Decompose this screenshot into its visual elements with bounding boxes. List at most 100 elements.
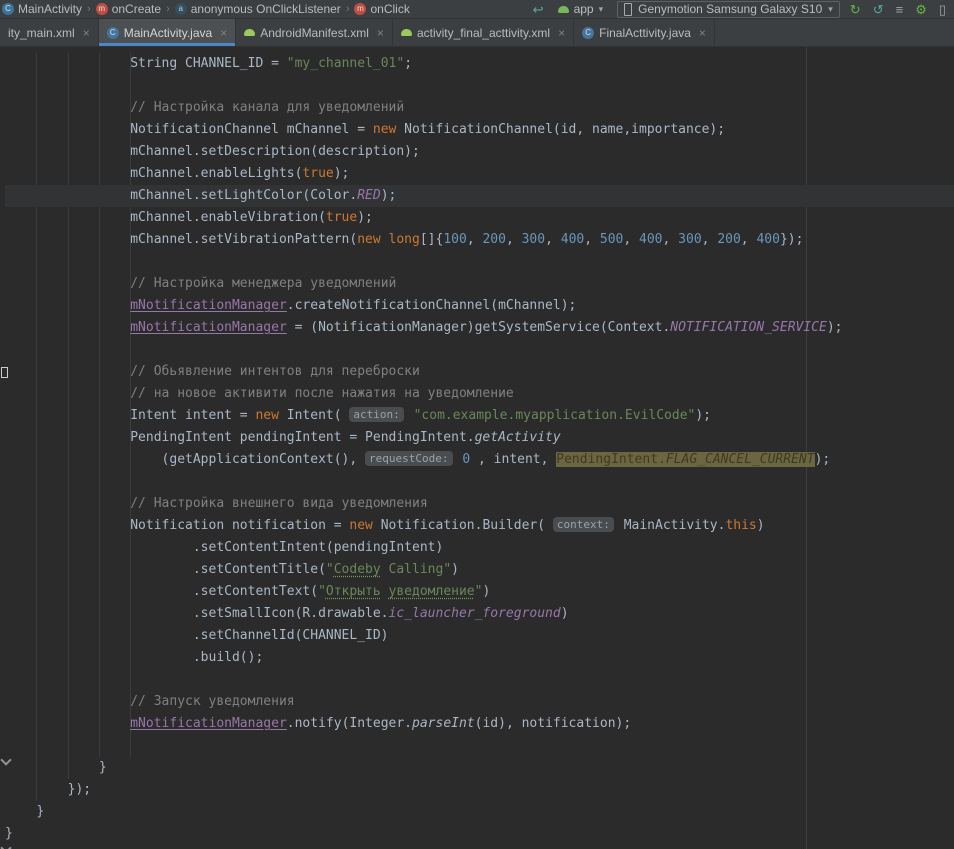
code-line[interactable]: mNotificationManager.createNotificationC… [5, 295, 954, 317]
code-token: new [373, 122, 396, 137]
code-token: true [326, 210, 357, 225]
gear-icon[interactable]: ⚙ [915, 3, 927, 16]
close-tab-icon[interactable]: × [377, 26, 384, 40]
code-token: // на новое активити после нажатия на ув… [130, 386, 514, 401]
code-token: 100 [443, 232, 466, 247]
code-line[interactable]: NotificationChannel mChannel = new Notif… [5, 119, 954, 141]
fold-marker-icon[interactable] [0, 842, 11, 849]
phone-device-icon[interactable]: ▯ [939, 3, 946, 16]
code-token: ) [561, 606, 569, 621]
close-tab-icon[interactable]: × [220, 26, 227, 40]
code-line[interactable] [5, 339, 954, 361]
code-token: .setChannelId(CHANNEL_ID) [193, 628, 389, 643]
code-token: mChannel.setDescription(description); [130, 144, 420, 159]
code-line[interactable]: Intent intent = new Intent( action: "com… [5, 405, 954, 427]
code-token: Открыть [326, 584, 381, 599]
code-line[interactable]: // Обьявление интентов для переброски [5, 361, 954, 383]
code-line[interactable] [5, 471, 954, 493]
code-token: mNotificationManager [130, 298, 287, 313]
code-line[interactable]: String CHANNEL_ID = "my_channel_01"; [5, 53, 954, 75]
close-tab-icon[interactable]: × [83, 26, 90, 40]
android-robot-icon [558, 6, 569, 13]
tab-label: FinalActtivity.java [599, 26, 691, 40]
toolbar-action-icons: ↻ ↺ ≡ ⚙ ▯ [850, 3, 946, 16]
code-token: , [506, 232, 522, 247]
code-token: 300 [678, 232, 701, 247]
editor-tab-androidmanifest-xml[interactable]: AndroidManifest.xml× [236, 19, 393, 46]
anon-icon: a [175, 3, 187, 15]
breadcrumb-item-anonymous-onclicklistener[interactable]: aanonymous OnClickListener [175, 2, 341, 16]
code-line[interactable]: mNotificationManager.notify(Integer.pars… [5, 713, 954, 735]
sync-arrows-icon[interactable]: ↻ [850, 3, 861, 16]
android-file-icon [401, 29, 412, 36]
code-line[interactable]: mChannel.enableLights(true); [5, 163, 954, 185]
code-line[interactable]: mChannel.setVibrationPattern(new long[]{… [5, 229, 954, 251]
code-line[interactable]: Notification notification = new Notifica… [5, 515, 954, 537]
code-line[interactable]: .setSmallIcon(R.drawable.ic_launcher_for… [5, 603, 954, 625]
editor-tab-mainactivity-java[interactable]: CMainActivity.java× [99, 19, 237, 46]
code-line[interactable] [5, 735, 954, 757]
code-token: ; [404, 56, 412, 71]
code-line[interactable]: mChannel.setLightColor(Color.RED); [5, 185, 954, 207]
run-configuration-selector[interactable]: app ▾ [554, 2, 608, 16]
code-line[interactable]: } [5, 757, 954, 779]
code-token: 400 [561, 232, 584, 247]
editor-tab-activity-final-acttivity-xml[interactable]: activity_final_acttivity.xml × [393, 19, 574, 46]
breadcrumb-item-mainactivity[interactable]: CMainActivity [2, 2, 82, 16]
code-line[interactable] [5, 251, 954, 273]
device-label: Genymotion Samsung Galaxy S10 [638, 2, 822, 16]
parameter-hint-badge: action: [349, 407, 403, 422]
tab-label: activity_final_acttivity.xml [417, 26, 550, 40]
list-lines-icon[interactable]: ≡ [896, 3, 904, 16]
code-line[interactable]: .setContentIntent(pendingIntent) [5, 537, 954, 559]
editor-tab-finalacttivity-java[interactable]: CFinalActtivity.java× [574, 19, 715, 46]
code-line[interactable]: .setContentText("Открыть уведомление") [5, 581, 954, 603]
code-editor[interactable]: String CHANNEL_ID = "my_channel_01"; // … [0, 47, 954, 849]
code-line[interactable]: // Настройка внешнего вида уведомления [5, 493, 954, 515]
code-line[interactable]: (getApplicationContext(), requestCode: 0… [5, 449, 954, 471]
code-line[interactable]: PendingIntent pendingIntent = PendingInt… [5, 427, 954, 449]
close-tab-icon[interactable]: × [699, 26, 706, 40]
code-line[interactable]: .setContentTitle("Codeby Calling") [5, 559, 954, 581]
close-tab-icon[interactable]: × [558, 26, 565, 40]
code-line[interactable]: mNotificationManager = (NotificationMana… [5, 317, 954, 339]
code-token: Codeby [334, 562, 381, 577]
code-token: ); [357, 210, 373, 225]
code-line[interactable]: // на новое активити после нажатия на ув… [5, 383, 954, 405]
code-token: 200 [482, 232, 505, 247]
code-line[interactable]: } [5, 823, 954, 845]
tab-label: ity_main.xml [8, 26, 75, 40]
code-line[interactable]: .setChannelId(CHANNEL_ID) [5, 625, 954, 647]
code-token: new [349, 518, 372, 533]
code-token: Calling" [381, 562, 451, 577]
code-line[interactable]: } [5, 801, 954, 823]
code-token: " [318, 584, 326, 599]
code-token: getActivity [475, 430, 561, 445]
code-token [381, 232, 389, 247]
breadcrumb-item-onclick[interactable]: monClick [354, 2, 409, 16]
code-token: // Настройка канала для уведомлений [130, 100, 404, 115]
code-line[interactable]: mChannel.enableVibration(true); [5, 207, 954, 229]
code-token: 0 [462, 452, 470, 467]
code-line[interactable]: // Настройка менеджера уведомлений [5, 273, 954, 295]
code-token: ); [381, 188, 397, 203]
code-line[interactable] [5, 669, 954, 691]
rotate-arrow-icon[interactable]: ↺ [873, 3, 884, 16]
breadcrumb: CMainActivity›monCreate›aanonymous OnCli… [2, 2, 410, 16]
code-line[interactable]: // Запуск уведомления [5, 691, 954, 713]
code-line[interactable] [5, 75, 954, 97]
code-token: ) [482, 584, 490, 599]
code-area[interactable]: String CHANNEL_ID = "my_channel_01"; // … [0, 47, 954, 845]
code-token: 500 [600, 232, 623, 247]
device-selector[interactable]: Genymotion Samsung Galaxy S10 ▾ [617, 1, 840, 18]
code-line[interactable]: .build(); [5, 647, 954, 669]
back-arrow-icon[interactable]: ↩ [533, 3, 544, 16]
code-line[interactable]: // Настройка канала для уведомлений [5, 97, 954, 119]
code-token: long [389, 232, 420, 247]
code-token: new [357, 232, 380, 247]
editor-tab-ity-main-xml[interactable]: ity_main.xml × [0, 19, 99, 46]
code-line[interactable]: }); [5, 779, 954, 801]
code-line[interactable]: mChannel.setDescription(description); [5, 141, 954, 163]
fold-marker-icon[interactable] [0, 754, 11, 765]
breadcrumb-item-oncreate[interactable]: monCreate [96, 2, 161, 16]
